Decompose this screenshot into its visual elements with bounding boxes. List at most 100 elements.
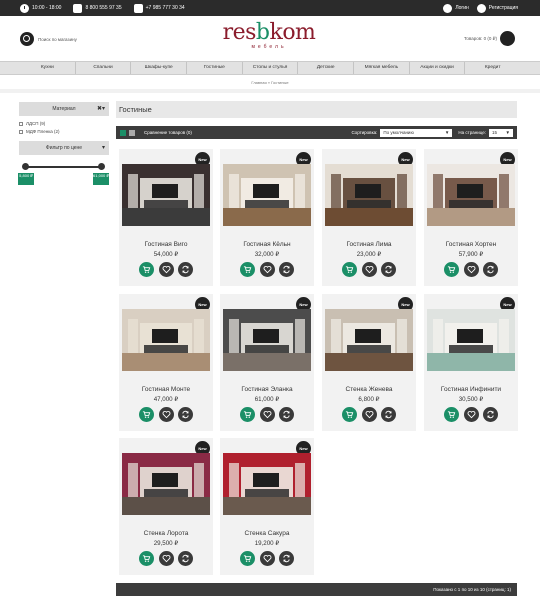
add-to-cart-button[interactable] xyxy=(444,262,459,277)
nav-item-bedrooms[interactable]: Спальни xyxy=(76,62,132,74)
add-to-wishlist-button[interactable] xyxy=(463,262,479,277)
add-to-compare-button[interactable] xyxy=(381,407,396,422)
nav-item-tables-chairs[interactable]: Столы и стулья xyxy=(243,62,299,74)
search-icon[interactable] xyxy=(20,32,34,46)
add-to-cart-button[interactable] xyxy=(139,551,154,566)
price-slider-min-handle[interactable] xyxy=(22,163,29,170)
product-name[interactable]: Стенка Сакура xyxy=(220,530,314,537)
search-input[interactable]: Поиск по магазину xyxy=(38,37,77,42)
nav-item-wardrobes[interactable]: Шкафы-купе xyxy=(131,62,188,74)
product-name[interactable]: Гостиная Виго xyxy=(119,241,213,248)
price-filter-header[interactable]: Фильтр по цене ▾ xyxy=(19,141,109,155)
product-image[interactable] xyxy=(427,164,515,226)
add-to-compare-button[interactable] xyxy=(178,551,193,566)
nav-item-living-rooms[interactable]: Гостиные xyxy=(187,62,243,74)
register-text[interactable]: Регистрация xyxy=(489,5,518,11)
filter-close-icon[interactable]: ✖▾ xyxy=(97,102,105,116)
logo[interactable]: resbkom мебель xyxy=(214,22,324,51)
product-image[interactable] xyxy=(223,309,311,371)
per-page-select[interactable]: 15 ▼ xyxy=(489,128,513,137)
add-to-wishlist-button[interactable] xyxy=(158,262,174,277)
product-card[interactable]: New Гостиная Хортен 57,900 ₽ xyxy=(424,149,518,286)
product-name[interactable]: Стенка Лорота xyxy=(119,530,213,537)
compare-link[interactable]: Сравнение товаров (0) xyxy=(144,130,192,135)
add-to-compare-button[interactable] xyxy=(483,262,498,277)
list-view-icon[interactable] xyxy=(129,129,135,136)
product-card[interactable]: New Гостиная Эланка 61,000 ₽ xyxy=(220,294,314,431)
price-slider-track[interactable] xyxy=(26,166,101,168)
checkbox[interactable] xyxy=(19,121,23,126)
add-to-cart-button[interactable] xyxy=(444,407,459,422)
product-name[interactable]: Гостиная Эланка xyxy=(220,386,314,393)
add-to-compare-button[interactable] xyxy=(279,407,294,422)
nav-item-kitchens[interactable]: Кухни xyxy=(20,62,76,74)
login-text[interactable]: Логин xyxy=(455,5,468,11)
cart-button[interactable]: Товаров: 0 (0 ₽) xyxy=(464,31,515,46)
product-name[interactable]: Гостиная Инфинити xyxy=(424,386,518,393)
filter-option-mdf[interactable]: МДФ Пленка (2) xyxy=(19,129,60,134)
add-to-cart-button[interactable] xyxy=(139,262,154,277)
product-name[interactable]: Стенка Женева xyxy=(322,386,416,393)
add-to-cart-button[interactable] xyxy=(139,407,154,422)
add-to-wishlist-button[interactable] xyxy=(361,407,377,422)
add-to-wishlist-button[interactable] xyxy=(158,407,174,422)
product-card[interactable]: New Гостиная Монте 47,000 ₽ xyxy=(119,294,213,431)
add-to-compare-button[interactable] xyxy=(279,262,294,277)
product-name[interactable]: Гостиная Лима xyxy=(322,241,416,248)
product-card[interactable]: New Стенка Лорота 29,500 ₽ xyxy=(119,438,213,575)
product-name[interactable]: Гостиная Хортен xyxy=(424,241,518,248)
nav-item-kids[interactable]: Детские xyxy=(298,62,355,74)
add-to-wishlist-button[interactable] xyxy=(463,407,479,422)
phone-1-text[interactable]: 8 800 555 97 35 xyxy=(85,5,121,11)
nav-item-sales[interactable]: Акции и скидки xyxy=(410,62,466,74)
grid-view-icon[interactable] xyxy=(120,129,126,136)
phone-2[interactable]: +7 985 777 30 34 xyxy=(133,3,185,13)
register-link[interactable]: Регистрация xyxy=(476,3,518,13)
phone-2-text[interactable]: +7 985 777 30 34 xyxy=(146,5,185,11)
add-to-cart-button[interactable] xyxy=(240,407,255,422)
add-to-cart-button[interactable] xyxy=(240,262,255,277)
add-to-cart-button[interactable] xyxy=(240,551,255,566)
product-name[interactable]: Гостиная Монте xyxy=(119,386,213,393)
add-to-cart-button[interactable] xyxy=(342,407,357,422)
product-card[interactable]: New Гостиная Лима 23,000 ₽ xyxy=(322,149,416,286)
add-to-compare-button[interactable] xyxy=(178,407,193,422)
add-to-compare-button[interactable] xyxy=(381,262,396,277)
product-card[interactable]: New Гостиная Инфинити 30,500 ₽ xyxy=(424,294,518,431)
product-image[interactable] xyxy=(122,453,210,515)
product-card[interactable]: New Стенка Женева 6,800 ₽ xyxy=(322,294,416,431)
product-image[interactable] xyxy=(122,309,210,371)
add-to-wishlist-button[interactable] xyxy=(259,262,275,277)
product-image[interactable] xyxy=(223,164,311,226)
phone-1[interactable]: 8 800 555 97 35 xyxy=(73,3,122,13)
material-filter-header[interactable]: Материал ✖▾ xyxy=(19,102,109,116)
product-image[interactable] xyxy=(325,164,413,226)
nav-item-soft-furniture[interactable]: Мягкая мебель xyxy=(354,62,410,74)
add-to-compare-button[interactable] xyxy=(279,551,294,566)
breadcrumb[interactable]: Главная » Гостиные xyxy=(0,80,540,85)
product-image[interactable] xyxy=(427,309,515,371)
product-card[interactable]: New Гостиная Кёльн 32,000 ₽ xyxy=(220,149,314,286)
price-slider-max-handle[interactable] xyxy=(98,163,105,170)
add-to-compare-button[interactable] xyxy=(178,262,193,277)
product-card[interactable]: New Гостиная Виго 54,000 ₽ xyxy=(119,149,213,286)
add-to-wishlist-button[interactable] xyxy=(361,262,377,277)
product-card[interactable]: New Стенка Сакура 19,200 ₽ xyxy=(220,438,314,575)
add-to-wishlist-button[interactable] xyxy=(259,407,275,422)
login-link[interactable]: Логин xyxy=(443,3,469,13)
cart-summary[interactable]: Товаров: 0 (0 ₽) xyxy=(464,36,497,42)
add-to-wishlist-button[interactable] xyxy=(158,551,174,566)
add-to-wishlist-button[interactable] xyxy=(259,551,275,566)
add-to-cart-button[interactable] xyxy=(342,262,357,277)
chevron-down-icon[interactable]: ▾ xyxy=(102,141,105,155)
product-image[interactable] xyxy=(325,309,413,371)
product-name[interactable]: Гостиная Кёльн xyxy=(220,241,314,248)
nav-item-credit[interactable]: Кредит xyxy=(465,62,520,74)
search-box[interactable]: Поиск по магазину xyxy=(20,32,77,46)
product-image[interactable] xyxy=(223,453,311,515)
add-to-compare-button[interactable] xyxy=(483,407,498,422)
filter-option-ldsp[interactable]: ЛДСП (9) xyxy=(19,121,45,126)
product-image[interactable] xyxy=(122,164,210,226)
checkbox[interactable] xyxy=(19,129,23,134)
sort-select[interactable]: По умолчанию ▼ xyxy=(380,128,453,137)
